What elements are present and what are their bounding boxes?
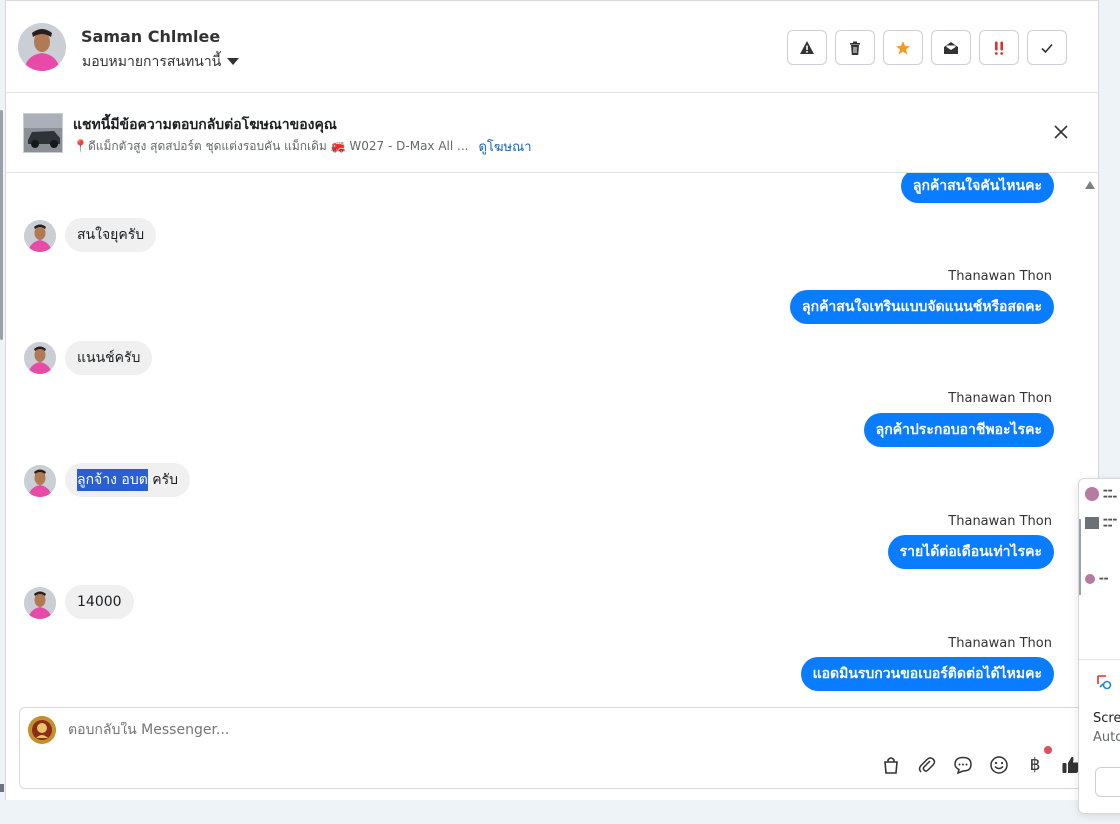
sender-name: Thanawan Thon [948, 269, 1052, 284]
paperclip-icon [918, 757, 936, 773]
popup-tiny-text: ▬▬▬▬▬ [1103, 488, 1118, 500]
message-list[interactable]: ลูกค้าสนใจคันไหนคะ สนใจยุครับ Thanawan T… [6, 173, 1098, 703]
ad-reply-banner: แชทนี้มีข้อความตอบกลับต่อโฆษณาของคุณ 📍ดี… [6, 93, 1098, 173]
smiley-icon [990, 756, 1008, 774]
view-ad-link[interactable]: ดูโฆษณา [478, 136, 531, 157]
popup-tiny-text: ▬▬ [1099, 576, 1109, 582]
chevron-down-icon [227, 57, 240, 65]
incoming-message[interactable]: สนใจยุครับ [65, 218, 157, 252]
done-button[interactable] [1027, 30, 1067, 65]
header-actions [787, 30, 1067, 65]
selected-text: ลูกจ้าง อบต [77, 469, 148, 491]
message-composer: ฿ [19, 707, 1091, 789]
popup-avatar [1085, 487, 1099, 501]
composer-tools: ฿ [880, 746, 1082, 776]
sender-name: Thanawan Thon [948, 514, 1052, 529]
contact-name: Saman Chlmlee [81, 27, 221, 46]
incoming-message[interactable]: 14000 [65, 585, 134, 619]
assign-conversation-dropdown[interactable]: มอบหมายการสนทนานี้ [82, 51, 240, 73]
baht-icon: ฿ [1029, 755, 1041, 775]
assign-label: มอบหมายการสนทนานี้ [82, 54, 222, 70]
outgoing-message[interactable]: แอดมินรบกวนขอเบอร์ติดต่อได้ไหมคะ [800, 657, 1054, 691]
ad-thumbnail[interactable] [23, 113, 63, 153]
popup-tiny-text: ▬▬▬▬▬ [1103, 517, 1118, 529]
conversation-panel: Saman Chlmlee มอบหมายการสนทนานี้ แชทนี้ม… [5, 0, 1099, 800]
star-icon [896, 40, 910, 55]
reply-input[interactable] [68, 722, 848, 738]
contact-avatar-small [24, 342, 56, 374]
page-avatar [28, 716, 56, 744]
left-edge-mark [0, 784, 4, 792]
notification-dot [1044, 746, 1052, 754]
trash-icon [850, 41, 860, 55]
screenshot-tool-icon [1095, 673, 1113, 691]
contact-avatar[interactable] [18, 23, 66, 71]
popup-divider [1079, 659, 1120, 660]
popup-message-row: ▬▬ [1085, 574, 1108, 584]
attach-button[interactable] [916, 754, 938, 776]
incoming-message[interactable]: แนนช์ครับ [65, 341, 153, 375]
saved-replies-button[interactable] [952, 754, 974, 776]
double-exclamation-icon [994, 41, 1004, 55]
ad-description: 📍ดีแม็กตัวสูง สุดสปอร์ต ชุดแต่งรอบคัน แม… [73, 139, 469, 153]
popup-avatar-small [1085, 574, 1095, 584]
envelope-open-icon [944, 41, 958, 54]
contact-avatar-small [24, 587, 56, 619]
sender-name: Thanawan Thon [948, 636, 1052, 651]
popup-title: Scre [1093, 711, 1120, 726]
warning-icon [800, 40, 814, 54]
side-popup-preview[interactable]: ▬▬▬▬▬ ▬▬▬▬▬ ▬▬ Scre Auto [1078, 478, 1120, 814]
conversation-header: Saman Chlmlee มอบหมายการสนทนานี้ [6, 1, 1098, 93]
delete-button[interactable] [835, 30, 875, 65]
popup-button[interactable] [1095, 767, 1120, 797]
popup-scroll-strip [1079, 519, 1081, 595]
incoming-message[interactable]: ลูกจ้าง อบต ครับ [65, 463, 191, 497]
outgoing-message[interactable]: ลุกค้าประกอบอาชีพอะไรคะ [863, 413, 1054, 447]
message-text: ครับ [147, 472, 179, 488]
shopping-bag-icon [884, 757, 898, 774]
star-button[interactable] [883, 30, 923, 65]
report-button[interactable] [787, 30, 827, 65]
sender-name: Thanawan Thon [948, 391, 1052, 406]
emoji-button[interactable] [988, 754, 1010, 776]
popup-thumbnail [1085, 517, 1099, 529]
ad-banner-subtitle: 📍ดีแม็กตัวสูง สุดสปอร์ต ชุดแต่งรอบคัน แม… [73, 136, 532, 157]
shopping-bag-button[interactable] [880, 754, 902, 776]
contact-avatar-small [24, 220, 56, 252]
outgoing-message[interactable]: ลูกค้าสนใจคันไหนคะ [900, 173, 1054, 203]
outgoing-message[interactable]: รายได้ต่อเดือนเท่าไรคะ [887, 535, 1054, 569]
outgoing-message[interactable]: ลุกค้าสนใจเทรินแบบจัดแนนช์หรือสดคะ [790, 290, 1054, 324]
chat-bubble-icon [954, 756, 972, 775]
contact-avatar-small [24, 465, 56, 497]
popup-header-row: ▬▬ ▬▬▬ [1085, 487, 1117, 501]
left-scroll-strip [0, 110, 3, 340]
popup-ad-row: ▬▬▬ ▬▬ [1085, 517, 1117, 529]
mark-unread-button[interactable] [931, 30, 971, 65]
close-banner-button[interactable] [1052, 123, 1070, 141]
important-button[interactable] [979, 30, 1019, 65]
payment-button[interactable]: ฿ [1024, 746, 1052, 776]
scroll-up-arrow-icon[interactable] [1085, 181, 1095, 189]
popup-subtitle: Auto [1093, 730, 1120, 745]
close-icon [1054, 125, 1068, 139]
ad-banner-title: แชทนี้มีข้อความตอบกลับต่อโฆษณาของคุณ [73, 117, 337, 133]
check-icon [1041, 43, 1053, 53]
